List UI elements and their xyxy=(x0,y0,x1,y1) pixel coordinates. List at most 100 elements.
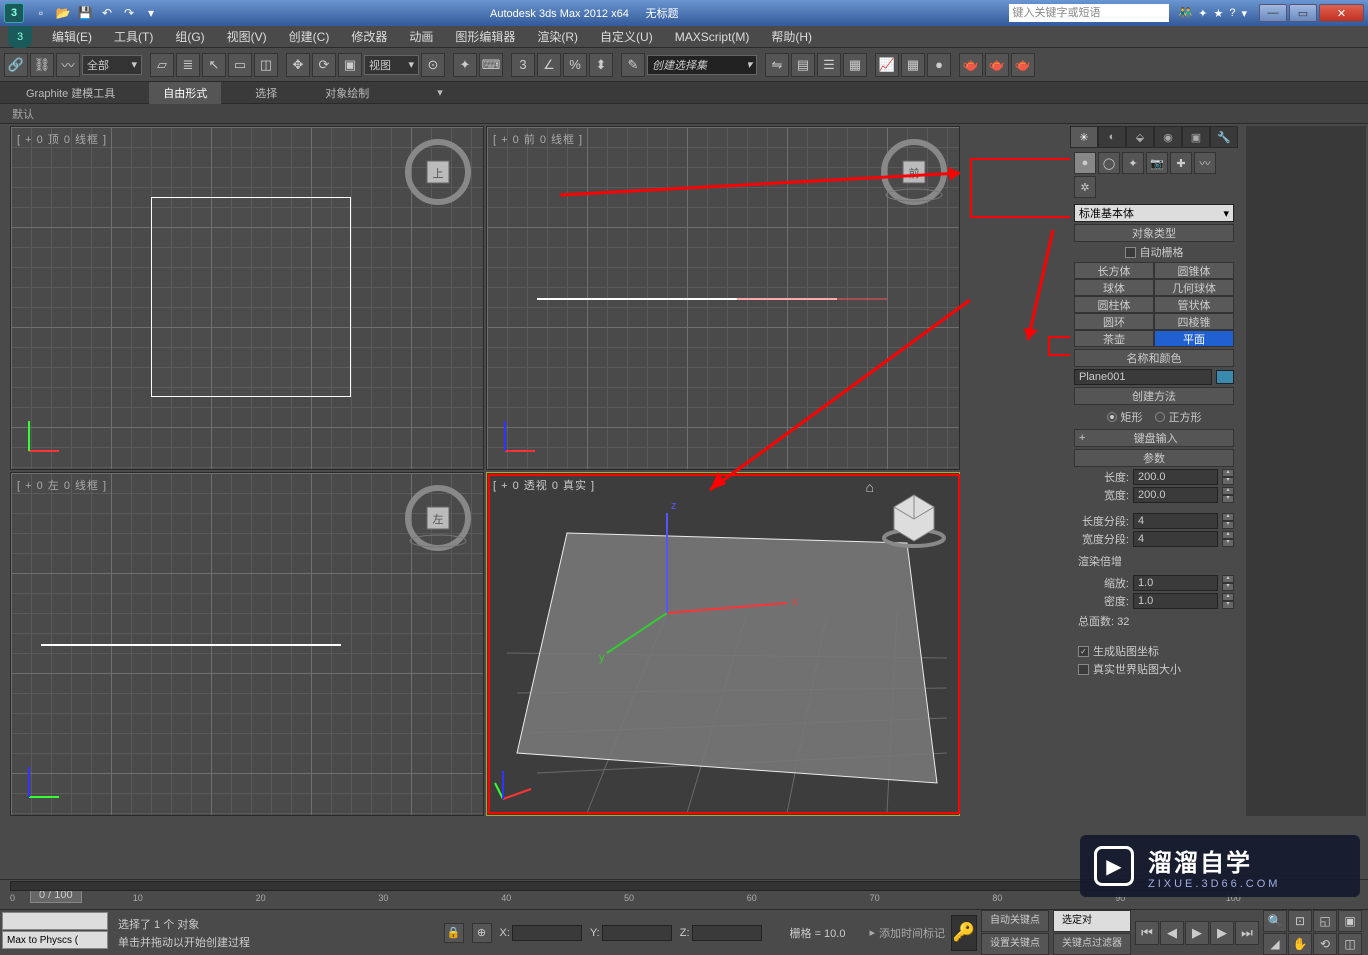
zoom-extents-all-icon[interactable]: ▣ xyxy=(1338,910,1362,932)
length-input[interactable]: 200.0 xyxy=(1133,469,1218,485)
rollout-object-type[interactable]: 对象类型 xyxy=(1074,224,1234,242)
type-box[interactable]: 长方体 xyxy=(1074,262,1154,279)
object-color-swatch[interactable] xyxy=(1216,370,1234,384)
select-region-icon[interactable]: ▭ xyxy=(228,53,252,77)
render-icon[interactable]: 🫖 xyxy=(1011,53,1035,77)
select-object-icon[interactable]: ▱ xyxy=(150,53,174,77)
qat-undo-icon[interactable]: ↶ xyxy=(98,4,116,22)
prev-frame-icon[interactable]: ◀ xyxy=(1160,921,1184,945)
angle-snap-icon[interactable]: ∠ xyxy=(537,53,561,77)
rotate-icon[interactable]: ⟳ xyxy=(312,53,336,77)
maxscript-mini-listener[interactable] xyxy=(2,912,108,930)
ribbon-expand-icon[interactable]: ▾ xyxy=(423,83,457,102)
subscription-icon[interactable]: 👬 xyxy=(1179,7,1193,20)
realworld-checkbox[interactable] xyxy=(1078,664,1089,675)
app-logo[interactable]: 3 xyxy=(4,3,24,23)
bind-space-icon[interactable]: 〰 xyxy=(56,53,80,77)
curve-editor-icon[interactable]: 📈 xyxy=(875,53,899,77)
density-input[interactable]: 1.0 xyxy=(1133,593,1218,609)
named-selection-dropdown[interactable]: 创建选择集▾ xyxy=(647,55,757,75)
type-pyramid[interactable]: 四棱锥 xyxy=(1154,313,1234,330)
menu-tools[interactable]: 工具(T) xyxy=(104,26,163,47)
tab-modify-icon[interactable]: ◐ xyxy=(1098,126,1126,148)
minimize-button[interactable]: — xyxy=(1259,4,1287,22)
helpers-icon[interactable]: ✚ xyxy=(1170,152,1192,174)
type-torus[interactable]: 圆环 xyxy=(1074,313,1154,330)
ribbon-tab-freeform[interactable]: 自由形式 xyxy=(149,82,221,104)
menu-help[interactable]: 帮助(H) xyxy=(761,26,822,47)
help-dropdown-icon[interactable]: ▾ xyxy=(1241,7,1247,20)
close-button[interactable]: ✕ xyxy=(1319,4,1364,22)
manipulate-icon[interactable]: ✦ xyxy=(453,53,477,77)
rollout-name-color[interactable]: 名称和颜色 xyxy=(1074,349,1234,367)
schematic-icon[interactable]: ▦ xyxy=(901,53,925,77)
scale-spinner[interactable]: ▴▾ xyxy=(1222,575,1234,591)
tab-motion-icon[interactable]: ◉ xyxy=(1154,126,1182,148)
search-input[interactable]: 键入关键字或短语 xyxy=(1009,4,1169,22)
type-cylinder[interactable]: 圆柱体 xyxy=(1074,296,1154,313)
add-time-tag[interactable]: 添加时间标记 xyxy=(879,925,945,941)
menu-modifier[interactable]: 修改器 xyxy=(341,26,397,47)
link-icon[interactable]: 🔗 xyxy=(4,53,28,77)
menu-animation[interactable]: 动画 xyxy=(399,26,443,47)
exchange-icon[interactable]: ✦ xyxy=(1198,7,1207,20)
qat-new-icon[interactable]: ▫ xyxy=(32,4,50,22)
type-sphere[interactable]: 球体 xyxy=(1074,279,1154,296)
pan-icon[interactable]: ✋ xyxy=(1288,933,1312,955)
menu-grapheditor[interactable]: 图形编辑器 xyxy=(445,26,525,47)
snap-3d-icon[interactable]: 3 xyxy=(511,53,535,77)
type-geosphere[interactable]: 几何球体 xyxy=(1154,279,1234,296)
menu-create[interactable]: 创建(C) xyxy=(279,26,340,47)
type-tube[interactable]: 管状体 xyxy=(1154,296,1234,313)
spacewarps-icon[interactable]: 〰 xyxy=(1194,152,1216,174)
length-seg-input[interactable]: 4 xyxy=(1133,513,1218,529)
tab-display-icon[interactable]: ▣ xyxy=(1182,126,1210,148)
tab-hierarchy-icon[interactable]: ⬙ xyxy=(1126,126,1154,148)
home-icon[interactable]: ⌂ xyxy=(866,479,874,495)
viewcube-icon[interactable]: 上 xyxy=(403,137,473,207)
viewcube-icon[interactable] xyxy=(879,483,949,553)
cameras-icon[interactable]: 📷 xyxy=(1146,152,1168,174)
keyboard-shortcut-icon[interactable]: ⌨ xyxy=(479,53,503,77)
next-frame-icon[interactable]: ▶ xyxy=(1210,921,1234,945)
spinner-snap-icon[interactable]: ⬍ xyxy=(589,53,613,77)
move-icon[interactable]: ✥ xyxy=(286,53,310,77)
z-input[interactable] xyxy=(692,925,762,941)
type-plane[interactable]: 平面 xyxy=(1154,330,1234,347)
menu-render[interactable]: 渲染(R) xyxy=(527,26,588,47)
menu-customize[interactable]: 自定义(U) xyxy=(590,26,663,47)
zoom-extents-icon[interactable]: ◱ xyxy=(1313,910,1337,932)
help-icon[interactable]: ? xyxy=(1229,7,1235,20)
width-spinner[interactable]: ▴▾ xyxy=(1222,487,1234,503)
auto-key-button[interactable]: 自动关键点 xyxy=(981,910,1049,932)
key-filter-button[interactable]: 关键点过滤器 xyxy=(1053,933,1131,955)
viewport-left[interactable]: [ + 0 左 0 线框 ] 左 xyxy=(10,472,484,816)
mirror-icon[interactable]: ⇋ xyxy=(765,53,789,77)
goto-start-icon[interactable]: ⏮ xyxy=(1135,921,1159,945)
qat-open-icon[interactable]: 📂 xyxy=(54,4,72,22)
type-cone[interactable]: 圆锥体 xyxy=(1154,262,1234,279)
lights-icon[interactable]: ✦ xyxy=(1122,152,1144,174)
width-seg-input[interactable]: 4 xyxy=(1133,531,1218,547)
qat-dropdown-icon[interactable]: ▾ xyxy=(142,4,160,22)
density-spinner[interactable]: ▴▾ xyxy=(1222,593,1234,609)
rollout-keyboard-entry[interactable]: +键盘输入 xyxy=(1074,429,1234,447)
primitive-category-dropdown[interactable]: 标准基本体▾ xyxy=(1074,204,1234,222)
play-icon[interactable]: ▶ xyxy=(1185,921,1209,945)
tab-utilities-icon[interactable]: 🔧 xyxy=(1210,126,1238,148)
maxscript-macro-recorder[interactable]: Max to Physcs ( xyxy=(2,931,108,949)
render-setup-icon[interactable]: 🫖 xyxy=(959,53,983,77)
rollout-create-method[interactable]: 创建方法 xyxy=(1074,387,1234,405)
width-seg-spinner[interactable]: ▴▾ xyxy=(1222,531,1234,547)
object-name-input[interactable]: Plane001 xyxy=(1074,369,1212,385)
ribbon-tab-paint[interactable]: 对象绘制 xyxy=(311,82,383,104)
edit-named-sel-icon[interactable]: ✎ xyxy=(621,53,645,77)
zoom-all-icon[interactable]: ⊡ xyxy=(1288,910,1312,932)
percent-snap-icon[interactable]: % xyxy=(563,53,587,77)
length-spinner[interactable]: ▴▾ xyxy=(1222,469,1234,485)
autogrid-checkbox[interactable] xyxy=(1125,247,1136,258)
ribbon-tab-selection[interactable]: 选择 xyxy=(241,82,291,104)
ribbon-toggle-icon[interactable]: ▦ xyxy=(843,53,867,77)
zoom-icon[interactable]: 🔍 xyxy=(1263,910,1287,932)
width-input[interactable]: 200.0 xyxy=(1133,487,1218,503)
